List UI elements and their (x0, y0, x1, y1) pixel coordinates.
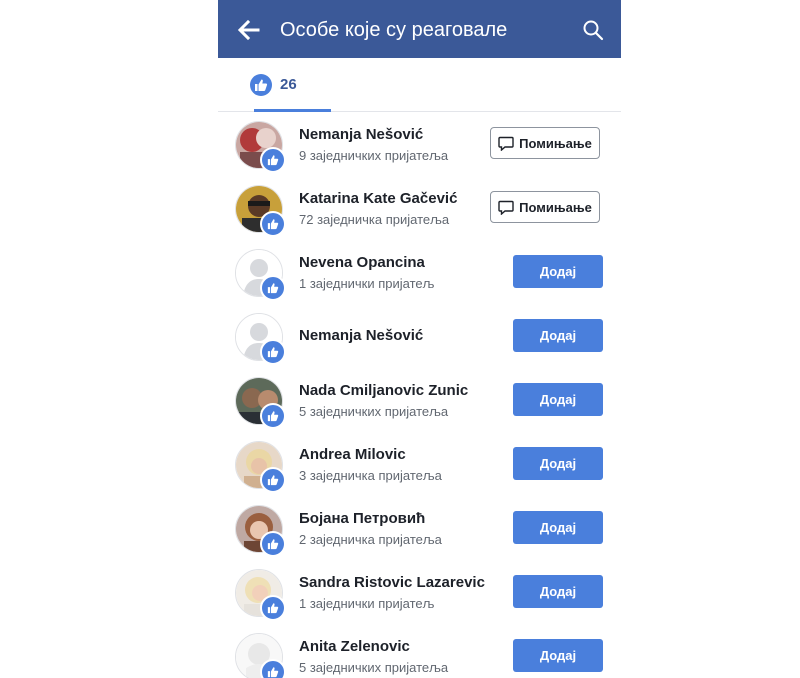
list-item[interactable]: Andrea Milovic 3 заједничка пријатеља Дода… (218, 441, 621, 505)
mutual-friends: 9 заједничких пријатеља (299, 148, 449, 163)
tab-like-reactions[interactable]: 26 (236, 58, 331, 112)
list-item[interactable]: Nevena Opancina 1 заједнички пријатељ Дода… (218, 249, 621, 313)
add-friend-button[interactable]: Додај (513, 447, 603, 480)
add-friend-button[interactable]: Додај (513, 639, 603, 672)
mutual-friends: 72 заједничка пријатеља (299, 212, 450, 227)
person-name[interactable]: Anita Zelenovic (299, 637, 410, 656)
mutual-friends: 1 заједнички пријатељ (299, 596, 435, 611)
add-friend-button-label: Додај (539, 520, 577, 535)
person-name[interactable]: Nemanja Nešović (299, 326, 423, 345)
like-count: 26 (280, 76, 297, 93)
active-tab-indicator (254, 109, 331, 112)
mention-button-label: Помињање (519, 135, 592, 151)
message-bubble-icon (498, 200, 514, 215)
list-item[interactable]: Sandra Ristovic Lazarevic 1 заједнички пр… (218, 569, 621, 633)
mention-button[interactable]: Помињање (490, 191, 600, 223)
list-item[interactable]: Anita Zelenovic 5 заједничких пријатеља До… (218, 633, 621, 678)
arrow-left-icon (237, 19, 260, 41)
avatar[interactable] (235, 313, 286, 365)
add-friend-button-label: Додај (539, 584, 577, 599)
avatar[interactable] (235, 441, 286, 493)
like-badge-icon (260, 531, 286, 557)
message-bubble-icon (498, 136, 514, 151)
person-name[interactable]: Sandra Ristovic Lazarevic (299, 573, 485, 592)
mutual-friends: 5 заједничких пријатеља (299, 660, 449, 675)
list-item[interactable]: Katarina Kate Gačević 72 заједничка прија… (218, 185, 621, 249)
avatar[interactable] (235, 505, 286, 557)
add-friend-button-label: Додај (539, 648, 577, 663)
list-item[interactable]: Nada Cmiljanovic Zunic 5 заједничких приј… (218, 377, 621, 441)
avatar[interactable] (235, 185, 286, 237)
reactions-screen: Особе које су реаговале 26 Nemanja Nešov… (218, 0, 621, 678)
person-name[interactable]: Nemanja Nešović (299, 125, 423, 144)
add-friend-button-label: Додај (539, 392, 577, 407)
person-name[interactable]: Andrea Milovic (299, 445, 406, 464)
avatar[interactable] (235, 569, 286, 621)
person-name[interactable]: Nada Cmiljanovic Zunic (299, 381, 468, 400)
like-badge-icon (260, 275, 286, 301)
person-name[interactable]: Бојана Петровић (299, 509, 425, 528)
back-button[interactable] (236, 18, 262, 42)
add-friend-button-label: Додај (539, 264, 577, 279)
like-icon (250, 74, 272, 96)
add-friend-button[interactable]: Додај (513, 255, 603, 288)
list-item[interactable]: Nemanja Nešović Додај (218, 313, 621, 377)
mutual-friends: 3 заједничка пријатеља (299, 468, 442, 483)
mention-button-label: Помињање (519, 199, 592, 215)
like-badge-icon (260, 211, 286, 237)
search-button[interactable] (582, 19, 604, 41)
mutual-friends: 2 заједничка пријатеља (299, 532, 442, 547)
avatar[interactable] (235, 633, 286, 678)
person-name[interactable]: Nevena Opancina (299, 253, 425, 272)
add-friend-button-label: Додај (539, 456, 577, 471)
like-badge-icon (260, 595, 286, 621)
like-badge-icon (260, 339, 286, 365)
add-friend-button[interactable]: Додај (513, 575, 603, 608)
mutual-friends: 1 заједнички пријатељ (299, 276, 435, 291)
mention-button[interactable]: Помињање (490, 127, 600, 159)
avatar[interactable] (235, 121, 286, 173)
add-friend-button-label: Додај (539, 328, 577, 343)
add-friend-button[interactable]: Додај (513, 319, 603, 352)
like-badge-icon (260, 467, 286, 493)
app-header: Особе које су реаговале (218, 0, 621, 58)
like-badge-icon (260, 659, 286, 678)
like-badge-icon (260, 147, 286, 173)
reaction-tabs: 26 (218, 58, 621, 112)
add-friend-button[interactable]: Додај (513, 383, 603, 416)
like-badge-icon (260, 403, 286, 429)
mutual-friends: 5 заједничких пријатеља (299, 404, 449, 419)
list-item[interactable]: Nemanja Nešović 9 заједничких пријатеља По… (218, 121, 621, 185)
page-title: Особе које су реаговале (280, 19, 508, 41)
list-item[interactable]: Бојана Петровић 2 заједничка пријатеља Дод… (218, 505, 621, 569)
person-name[interactable]: Katarina Kate Gačević (299, 189, 457, 208)
avatar[interactable] (235, 249, 286, 301)
add-friend-button[interactable]: Додај (513, 511, 603, 544)
search-icon (583, 20, 604, 41)
avatar[interactable] (235, 377, 286, 429)
